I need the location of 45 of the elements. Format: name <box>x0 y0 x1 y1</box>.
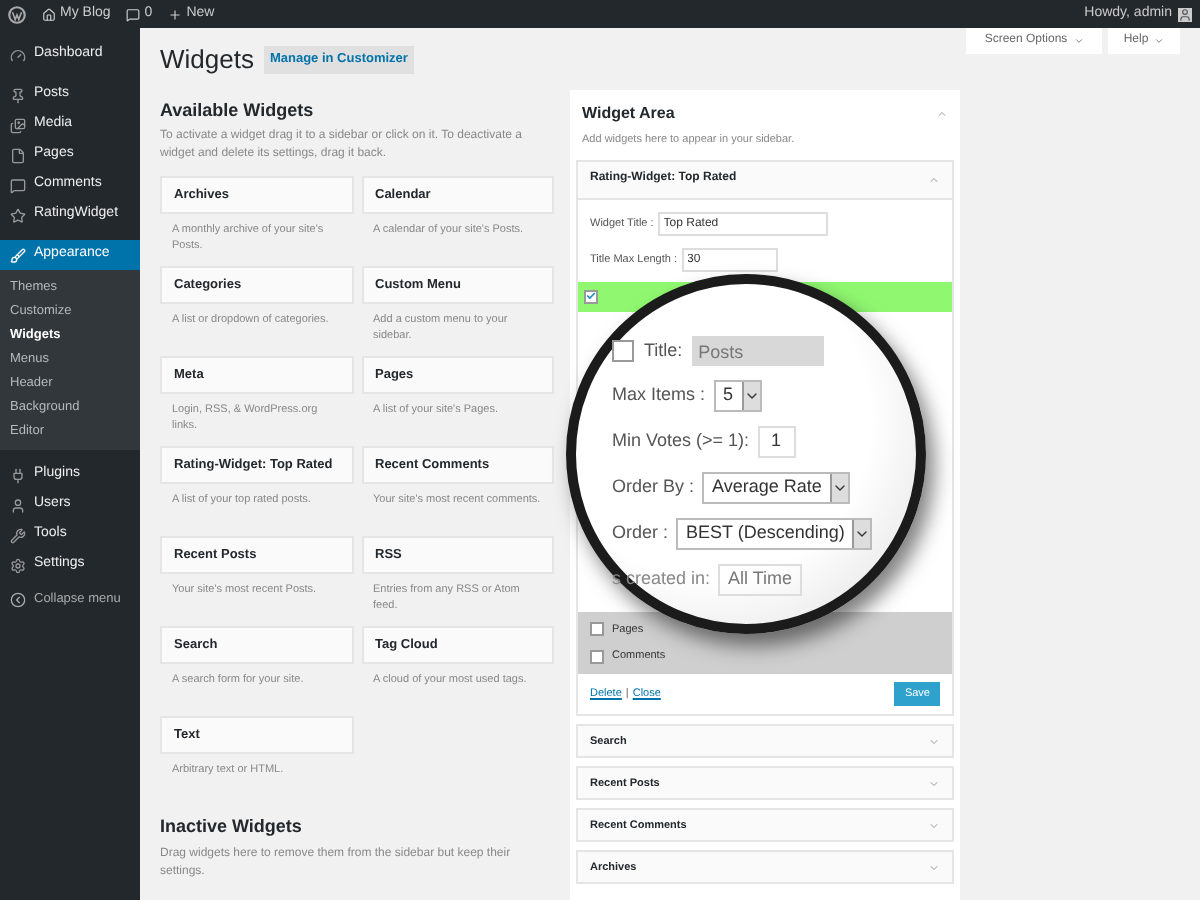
speech-bubble-icon <box>10 177 26 193</box>
wrench-icon <box>10 527 26 543</box>
expand-icon <box>928 735 940 748</box>
caret-icon <box>1073 36 1084 46</box>
dropdown-icon <box>852 520 871 548</box>
file-icon <box>10 147 26 163</box>
page-title: Widgets <box>160 42 254 78</box>
dropdown-icon <box>829 474 848 502</box>
number-field[interactable]: 1 <box>757 426 796 458</box>
field-label: Min Votes (>= 1): <box>612 428 750 455</box>
expand-icon <box>928 819 940 832</box>
plus-icon[interactable] <box>168 7 183 21</box>
panel-title: Widget Area <box>582 101 675 125</box>
expand-icon <box>928 861 940 874</box>
checkbox[interactable] <box>590 622 604 637</box>
brush-icon <box>10 247 26 263</box>
plug-icon <box>10 467 26 483</box>
checkbox[interactable] <box>584 289 598 304</box>
expand-icon <box>928 777 940 790</box>
caret-icon <box>1154 36 1165 46</box>
check-icon <box>586 290 596 303</box>
images-icon <box>10 117 26 133</box>
star-icon <box>10 207 26 223</box>
gauge-icon <box>10 47 26 63</box>
field-label: Title: <box>644 337 683 364</box>
select-field[interactable]: 5 <box>713 380 762 412</box>
section-title: Available Widgets <box>160 97 316 124</box>
field-label: Order By : <box>612 474 695 501</box>
dropdown-icon <box>741 382 760 410</box>
field-label: Max Items : <box>612 382 706 409</box>
avatar-icon[interactable] <box>1178 7 1192 21</box>
checkbox[interactable] <box>590 649 604 664</box>
select-field[interactable]: BEST (Descending) <box>676 518 873 550</box>
speech-bubble-icon[interactable] <box>126 7 141 21</box>
pin-icon <box>10 87 26 103</box>
time-field[interactable]: All Time <box>718 564 803 596</box>
field-label: Order : <box>612 520 669 547</box>
collapse-icon <box>10 591 26 607</box>
home-icon[interactable] <box>42 7 56 21</box>
settings-icon <box>10 557 26 573</box>
section-title: Inactive Widgets <box>160 814 304 840</box>
select-field[interactable]: Average Rate <box>702 472 850 504</box>
logo-icon[interactable] <box>8 5 26 23</box>
person-icon <box>10 497 26 513</box>
checkbox[interactable] <box>612 340 634 362</box>
